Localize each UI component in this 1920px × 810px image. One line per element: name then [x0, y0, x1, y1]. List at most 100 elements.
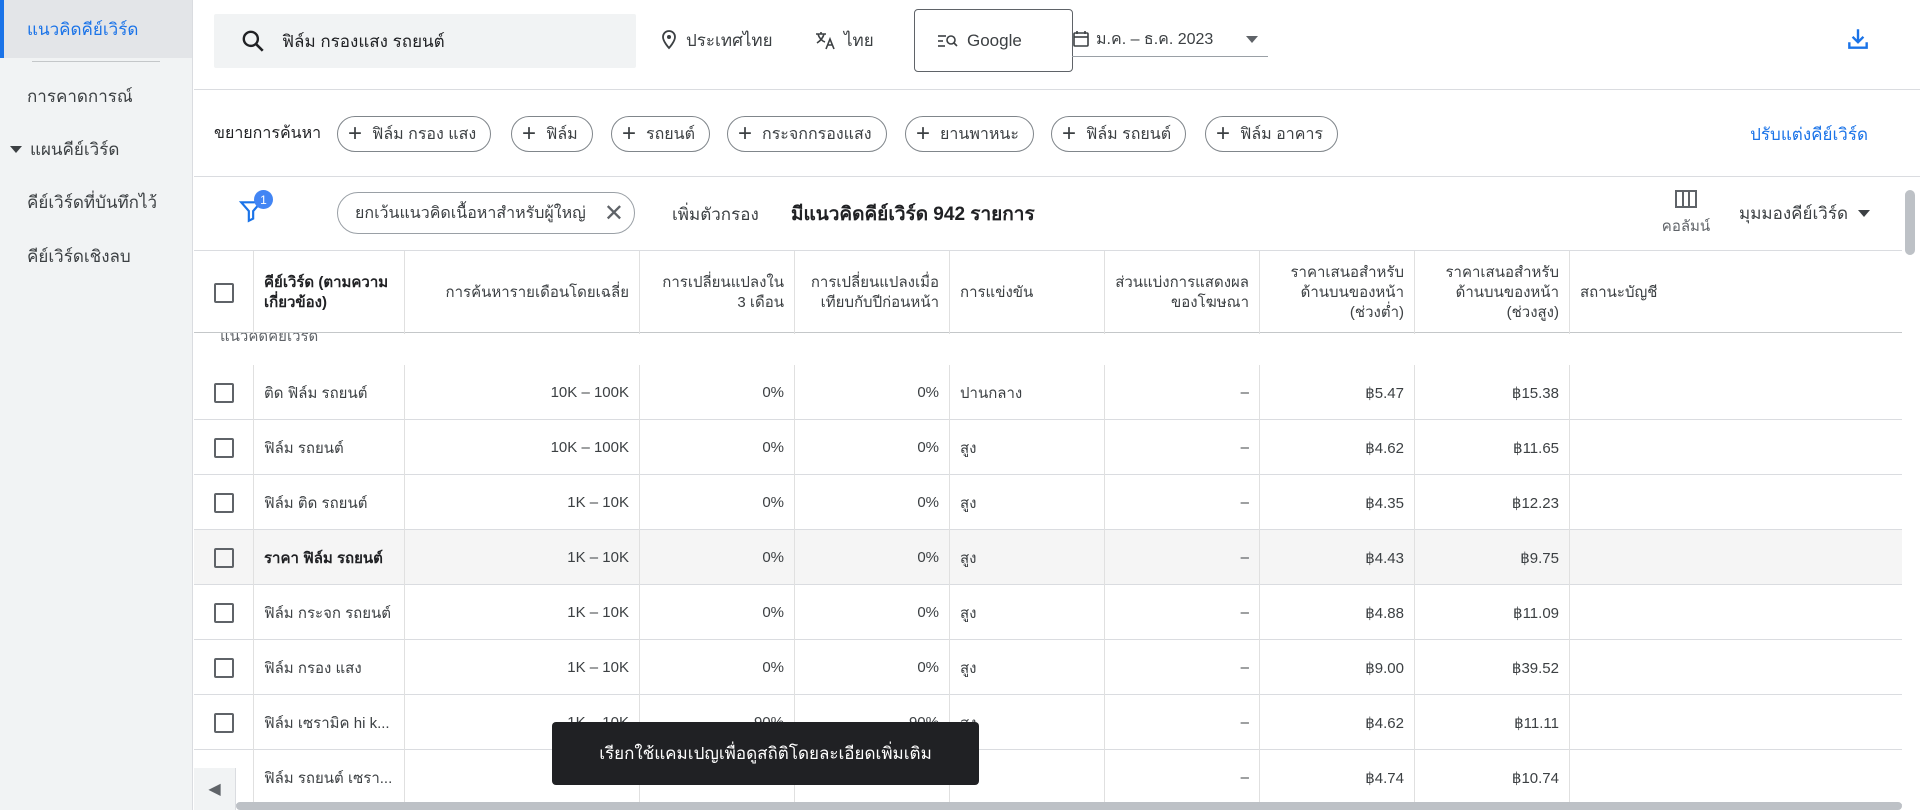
- select-all-checkbox-cell[interactable]: [194, 251, 254, 334]
- sidebar-item-label: แนวคิดคีย์เวิร์ด: [27, 19, 139, 39]
- broaden-chip[interactable]: + ฟิล์ม รถยนต์: [1051, 116, 1187, 152]
- header-change-3m[interactable]: การเปลี่ยนแปลงใน 3 เดือน: [640, 251, 795, 334]
- horizontal-scrollbar[interactable]: [236, 802, 1902, 810]
- cell-searches: 1K – 10K: [405, 585, 640, 640]
- cell-competition: สูง: [950, 475, 1105, 530]
- cell-bid-low: ฿4.74: [1260, 750, 1415, 805]
- filter-count-badge: 1: [254, 190, 273, 209]
- refine-keywords-link[interactable]: ปรับแต่งคีย์เวิร์ด: [1750, 121, 1868, 148]
- cell-searches: 1K – 10K: [405, 640, 640, 695]
- row-checkbox-cell[interactable]: [194, 640, 254, 695]
- vertical-scrollbar[interactable]: [1905, 190, 1915, 255]
- table-row[interactable]: ฟิล์ม รถยนต์ เซรา...1K – 10K–฿4.74฿10.74: [194, 750, 1902, 805]
- add-filter-button[interactable]: เพิ่มตัวกรอง: [672, 201, 759, 228]
- header-searches[interactable]: การค้นหารายเดือนโดยเฉลี่ย: [405, 251, 640, 334]
- sidebar-item-forecast[interactable]: การคาดการณ์: [0, 68, 192, 124]
- translate-icon: [816, 32, 835, 50]
- cell-change-3m: 0%: [640, 475, 795, 530]
- date-range-selector[interactable]: ม.ค. – ธ.ค. 2023: [1072, 22, 1268, 57]
- sidebar-item-label: คีย์เวิร์ดเชิงลบ: [27, 246, 131, 266]
- active-filter-chip[interactable]: ยกเว้นแนวคิดเนื้อหาสำหรับผู้ใหญ่ ✕: [337, 192, 635, 234]
- cell-yoy: 0%: [795, 420, 950, 475]
- cell-keyword: ฟิล์ม ติด รถยนต์: [254, 475, 405, 530]
- table-header: คีย์เวิร์ด (ตามความเกี่ยวข้อง) การค้นหาร…: [194, 250, 1902, 334]
- sidebar-item-keyword-plan[interactable]: แผนคีย์เวิร์ด: [0, 121, 192, 177]
- row-checkbox[interactable]: [213, 602, 234, 623]
- location-label: ประเทศไทย: [686, 30, 773, 50]
- broaden-chip[interactable]: + ยานพาหนะ: [905, 116, 1034, 152]
- columns-label: คอลัมน์: [1661, 218, 1711, 235]
- result-count: มีแนวคิดคีย์เวิร์ด 942 รายการ: [791, 204, 1035, 225]
- cell-impression-share: –: [1105, 695, 1260, 750]
- header-bid-low[interactable]: ราคาเสนอสำหรับด้านบนของหน้า (ช่วงต่ำ): [1260, 251, 1415, 334]
- row-checkbox-cell[interactable]: [194, 365, 254, 420]
- search-network-icon: [938, 34, 958, 47]
- columns-button[interactable]: คอลัมน์: [1651, 188, 1721, 238]
- plus-icon: +: [522, 120, 537, 147]
- broaden-chip[interactable]: + ฟิล์ม: [511, 116, 593, 152]
- row-checkbox-cell[interactable]: [194, 475, 254, 530]
- plus-icon: +: [348, 120, 363, 147]
- row-checkbox-cell[interactable]: [194, 585, 254, 640]
- download-icon[interactable]: [1845, 26, 1871, 52]
- cell-competition: สูง: [950, 640, 1105, 695]
- header-account-status[interactable]: สถานะบัญชี: [1570, 251, 1902, 334]
- table-row[interactable]: ฟิล์ม ติด รถยนต์ 1K – 10K 0% 0% สูง – ฿4.35 ฿12…: [194, 475, 1902, 530]
- search-input[interactable]: ฟิล์ม กรองแสง รถยนต์: [214, 14, 636, 68]
- language-selector[interactable]: ไทย: [814, 20, 874, 60]
- cell-bid-high: ฿39.52: [1415, 640, 1570, 695]
- caret-down-icon: [1858, 210, 1870, 217]
- broaden-chip[interactable]: + ฟิล์ม กรอง แสง: [337, 116, 492, 152]
- row-checkbox[interactable]: [213, 657, 234, 678]
- header-impression-share[interactable]: ส่วนแบ่งการแสดงผลของโฆษณา: [1105, 251, 1260, 334]
- cell-account-status: [1570, 640, 1902, 695]
- table-row[interactable]: ติด ฟิล์ม รถยนต์ 10K – 100K 0% 0% ปานกลาง – ฿5…: [194, 365, 1902, 420]
- row-checkbox[interactable]: [213, 492, 234, 513]
- row-checkbox[interactable]: [213, 712, 234, 733]
- network-selector[interactable]: Google: [914, 9, 1073, 72]
- row-checkbox-cell[interactable]: [194, 420, 254, 475]
- row-checkbox-cell[interactable]: [194, 695, 254, 750]
- sidebar-item-label: คีย์เวิร์ดที่บันทึกไว้: [27, 192, 158, 212]
- location-pin-icon: [662, 30, 676, 50]
- sidebar-item-keyword-ideas[interactable]: แนวคิดคีย์เวิร์ด: [0, 0, 192, 58]
- cell-change-3m: 0%: [640, 640, 795, 695]
- row-checkbox[interactable]: [213, 437, 234, 458]
- cell-searches: 1K – 10K: [405, 475, 640, 530]
- cell-searches: 10K – 100K: [405, 420, 640, 475]
- chip-label: ฟิล์ม รถยนต์: [1086, 125, 1172, 143]
- header-yoy[interactable]: การเปลี่ยนแปลงเมื่อเทียบกับปีก่อนหน้า: [795, 251, 950, 334]
- broaden-chip[interactable]: + ฟิล์ม อาคาร: [1205, 116, 1339, 152]
- keyword-view-selector[interactable]: มุมมองคีย์เวิร์ด: [1739, 200, 1870, 227]
- header-competition[interactable]: การแข่งขัน: [950, 251, 1105, 334]
- cell-bid-high: ฿11.11: [1415, 695, 1570, 750]
- cell-yoy: 0%: [795, 640, 950, 695]
- sidebar-item-negative-keywords[interactable]: คีย์เวิร์ดเชิงลบ: [0, 228, 192, 284]
- close-icon[interactable]: ✕: [604, 199, 624, 228]
- date-range-label: ม.ค. – ธ.ค. 2023: [1096, 30, 1214, 48]
- sidebar-item-label: การคาดการณ์: [27, 86, 133, 106]
- row-checkbox[interactable]: [213, 547, 234, 568]
- header-bid-high[interactable]: ราคาเสนอสำหรับด้านบนของหน้า (ช่วงสูง): [1415, 251, 1570, 334]
- broaden-chip[interactable]: + กระจกกรองแสง: [727, 116, 887, 152]
- broaden-chip[interactable]: + รถยนต์: [611, 116, 710, 152]
- plus-icon: +: [1216, 120, 1231, 147]
- cell-bid-high: ฿11.65: [1415, 420, 1570, 475]
- active-filter-label: ยกเว้นแนวคิดเนื้อหาสำหรับผู้ใหญ่: [355, 204, 586, 222]
- scroll-left-button[interactable]: ◀: [194, 768, 236, 810]
- row-checkbox-cell[interactable]: [194, 530, 254, 585]
- table-row[interactable]: ฟิล์ม กระจก รถยนต์ 1K – 10K 0% 0% สูง – ฿4.88 ฿…: [194, 585, 1902, 640]
- cell-keyword: ฟิล์ม รถยนต์ เซรา...: [254, 750, 405, 805]
- cell-yoy: 0%: [795, 365, 950, 420]
- sidebar-item-saved-keywords[interactable]: คีย์เวิร์ดที่บันทึกไว้: [0, 174, 192, 230]
- header-keyword[interactable]: คีย์เวิร์ด (ตามความเกี่ยวข้อง): [254, 251, 405, 334]
- select-all-checkbox[interactable]: [213, 282, 234, 303]
- row-checkbox[interactable]: [213, 382, 234, 403]
- table-row[interactable]: ราคา ฟิล์ม รถยนต์ 1K – 10K 0% 0% สูง – ฿4.43 ฿9…: [194, 530, 1902, 585]
- table-row[interactable]: ฟิล์ม เซรามิค hi k...1K – 10K-90%-90%สูง…: [194, 695, 1902, 750]
- table-row[interactable]: ฟิล์ม กรอง แสง 1K – 10K 0% 0% สูง – ฿9.00 ฿39.5…: [194, 640, 1902, 695]
- location-selector[interactable]: ประเทศไทย: [660, 20, 773, 60]
- table-row[interactable]: ฟิล์ม รถยนต์ 10K – 100K 0% 0% สูง – ฿4.62 ฿11.6…: [194, 420, 1902, 475]
- plus-icon: +: [738, 120, 753, 147]
- cell-keyword: ราคา ฟิล์ม รถยนต์: [254, 530, 405, 585]
